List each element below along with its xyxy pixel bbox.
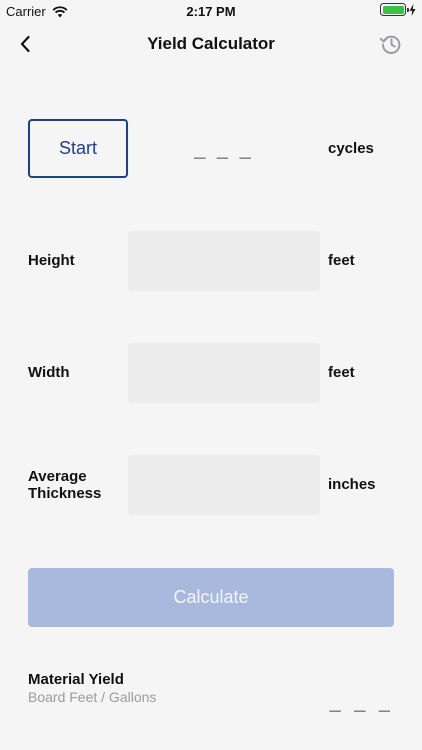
width-label: Width <box>28 364 70 381</box>
material-yield-title: Material Yield <box>28 671 124 688</box>
charging-bolt-icon <box>409 3 416 16</box>
thickness-label-line1: Average <box>28 468 87 485</box>
calculate-button[interactable]: Calculate <box>28 568 394 627</box>
start-button[interactable]: Start <box>28 119 128 178</box>
cycles-unit-label: cycles <box>328 140 374 157</box>
height-unit-label: feet <box>328 252 355 269</box>
width-unit-label: feet <box>328 364 355 381</box>
navigation-bar: Yield Calculator <box>0 22 422 66</box>
status-time: 2:17 PM <box>186 4 236 19</box>
battery-icon <box>380 3 409 16</box>
battery-tip <box>407 7 409 12</box>
thickness-input[interactable] <box>128 455 320 515</box>
thickness-unit-label: inches <box>328 476 376 493</box>
status-right <box>380 3 416 16</box>
material-yield-subtitle: Board Feet / Gallons <box>28 689 157 705</box>
battery-level <box>382 5 404 14</box>
material-yield-value: _ _ _ <box>329 692 394 714</box>
height-label: Height <box>28 252 75 269</box>
yield-calculator-screen: Carrier 2:17 PM Yield Calculator Start _… <box>0 0 422 750</box>
history-icon[interactable] <box>378 31 404 57</box>
status-bar: Carrier 2:17 PM <box>0 0 422 22</box>
thickness-label-line2: Thickness <box>28 485 102 502</box>
cycles-value: _ _ _ <box>194 139 254 161</box>
thickness-label: Average Thickness <box>28 468 101 502</box>
width-input[interactable] <box>128 343 320 403</box>
page-title: Yield Calculator <box>147 34 275 53</box>
height-input[interactable] <box>128 231 320 291</box>
